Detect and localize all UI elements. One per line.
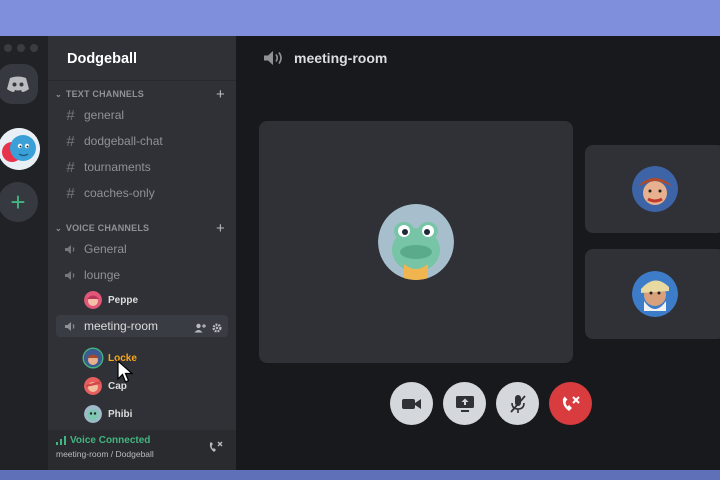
avatar [84, 349, 102, 367]
voice-channel-location[interactable]: meeting-room / Dodgeball [56, 449, 154, 459]
window-control-dot[interactable] [17, 44, 25, 52]
voice-member-peppe[interactable]: Peppe [84, 291, 138, 309]
category-voice-channels[interactable]: ⌄ VOICE CHANNELS + [55, 220, 225, 237]
leave-call-icon[interactable] [549, 382, 592, 425]
channel-label: coaches-only [84, 186, 155, 200]
voice-channel-meeting-room[interactable]: meeting-room [64, 316, 158, 336]
top-background-band [0, 0, 720, 36]
hash-icon: # [66, 158, 75, 176]
channel-tournaments[interactable]: # tournaments [64, 157, 151, 177]
channel-dodgeball-chat[interactable]: # dodgeball-chat [64, 131, 163, 151]
channel-coaches-only[interactable]: # coaches-only [64, 183, 155, 203]
speaker-icon [263, 50, 285, 66]
channel-label: general [84, 108, 125, 122]
screen-share-icon[interactable] [443, 382, 486, 425]
video-tile-cap[interactable] [585, 249, 720, 339]
signal-icon [56, 436, 66, 445]
window-controls [4, 44, 38, 52]
locked-hash-icon: # [66, 184, 75, 202]
category-label: VOICE CHANNELS [65, 223, 150, 233]
bottom-background-band [0, 470, 720, 480]
speaker-icon [64, 321, 77, 332]
server-rail: + [0, 36, 48, 470]
member-name: Phibi [108, 408, 133, 420]
call-controls [390, 382, 592, 425]
window-control-dot[interactable] [4, 44, 12, 52]
window-control-dot[interactable] [30, 44, 38, 52]
avatar-locke [632, 166, 678, 212]
speaker-icon [64, 270, 77, 281]
discord-home-icon[interactable] [0, 64, 38, 104]
voice-status-panel: Voice Connected meeting-room / Dodgeball [48, 430, 236, 470]
gear-icon[interactable] [212, 320, 222, 338]
app-window: + Dodgeball ⌄ TEXT CHANNELS + # general … [0, 36, 720, 470]
channel-label: General [84, 242, 127, 256]
server-name[interactable]: Dodgeball [67, 51, 137, 67]
voice-connected-status[interactable]: Voice Connected [56, 435, 150, 446]
voice-member-phibi[interactable]: Phibi [84, 405, 132, 423]
video-tile-locke[interactable] [585, 145, 720, 233]
speaker-icon [64, 244, 77, 255]
server-dodgeball-icon[interactable] [0, 128, 40, 170]
avatar-cap [632, 271, 678, 317]
chevron-down-icon: ⌄ [55, 89, 62, 99]
chevron-down-icon: ⌄ [55, 223, 62, 233]
channel-label: lounge [84, 268, 121, 282]
voice-status-label: Voice Connected [70, 435, 151, 446]
disconnect-icon[interactable] [208, 440, 224, 459]
hash-icon: # [66, 106, 75, 124]
hash-icon: # [66, 132, 75, 150]
category-label: TEXT CHANNELS [65, 89, 145, 99]
channel-header: meeting-room [236, 36, 720, 80]
create-channel-icon[interactable]: + [216, 86, 225, 103]
main-voice-view: meeting-room [236, 36, 720, 470]
avatar-phibi-large [378, 204, 454, 280]
create-channel-icon[interactable]: + [216, 220, 225, 237]
avatar [84, 377, 102, 395]
divider [48, 80, 236, 81]
member-name: Peppe [108, 294, 139, 306]
avatar [84, 405, 102, 423]
channel-general[interactable]: # general [64, 105, 124, 125]
channel-title: meeting-room [294, 50, 388, 66]
voice-channel-lounge[interactable]: lounge [64, 265, 120, 285]
add-user-icon[interactable] [194, 320, 206, 338]
mouse-cursor [117, 359, 135, 389]
category-text-channels[interactable]: ⌄ TEXT CHANNELS + [55, 86, 225, 103]
channel-sidebar: Dodgeball ⌄ TEXT CHANNELS + # general # … [48, 36, 236, 470]
channel-label: meeting-room [84, 319, 159, 333]
voice-channel-general[interactable]: General [64, 239, 127, 259]
camera-icon[interactable] [390, 382, 433, 425]
mute-mic-icon[interactable] [496, 382, 539, 425]
add-server-icon[interactable]: + [0, 182, 38, 222]
video-tile-phibi[interactable] [259, 121, 573, 363]
channel-label: dodgeball-chat [84, 134, 163, 148]
channel-label: tournaments [84, 160, 151, 174]
avatar [84, 291, 102, 309]
